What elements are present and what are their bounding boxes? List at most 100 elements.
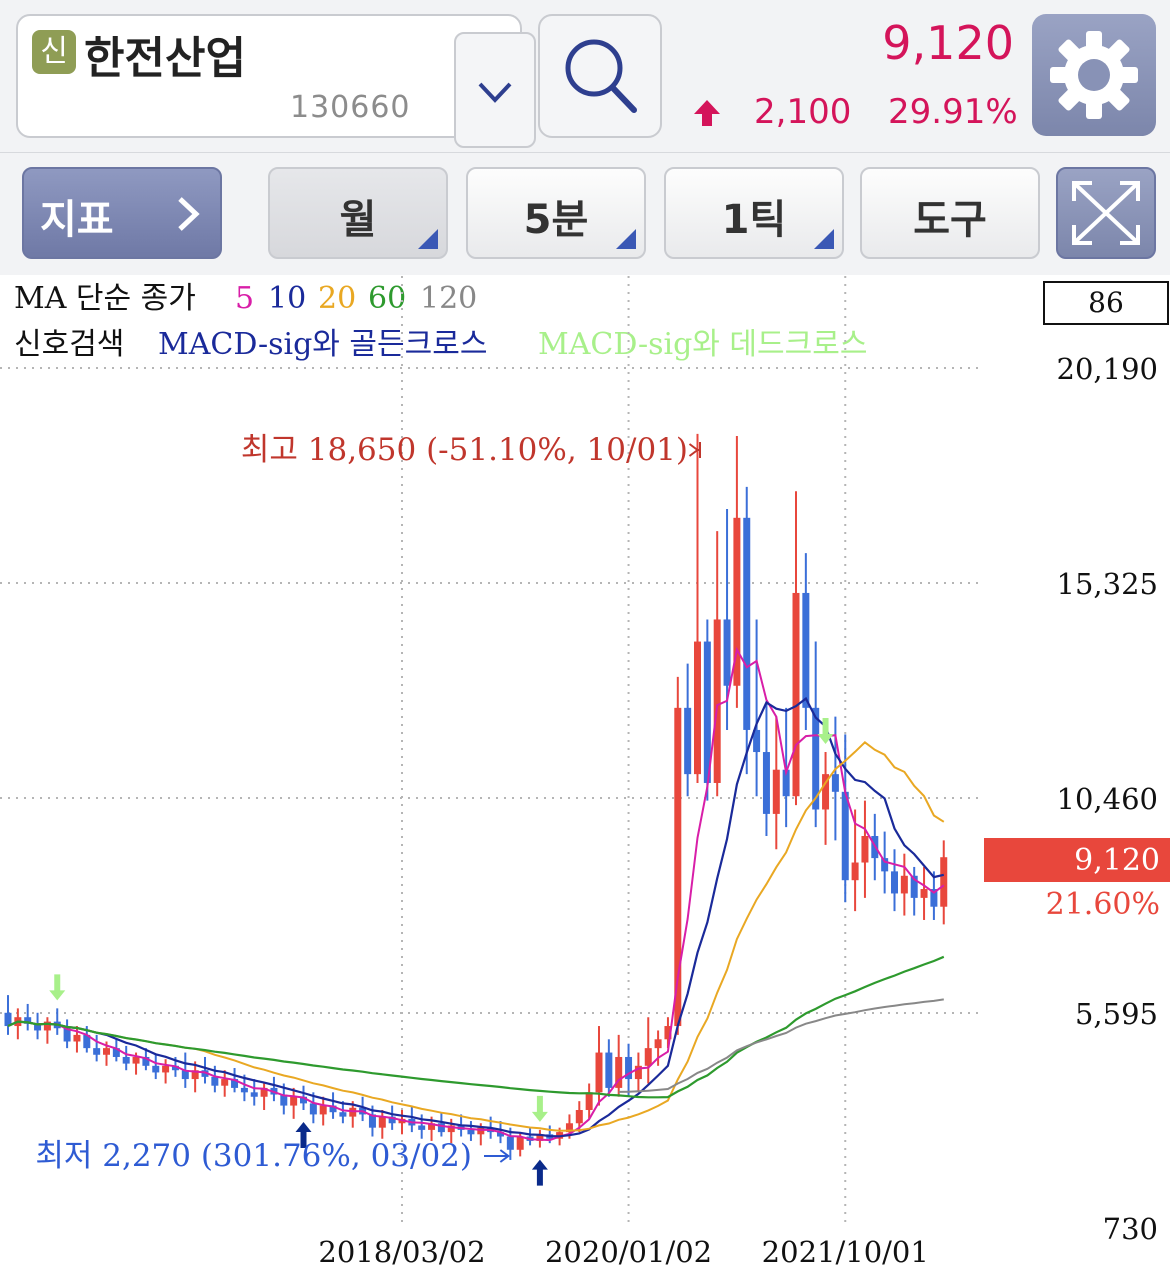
candle-body [920,889,928,898]
ma-line-5 [7,646,945,1142]
candle-body [654,1039,662,1049]
candle-body [772,769,780,814]
high-annotation: 최고 18,650 (-51.10%, 10/01) [241,432,688,468]
candle-body [122,1056,130,1064]
period-5min-button[interactable]: 5분 [466,167,646,259]
candle-body [684,707,692,775]
chart-legend: MA 단순 종가 5 10 20 60 120 신호검색 MACD-sig와 골… [14,281,867,362]
candle-body [575,1110,583,1124]
candle-body [211,1076,219,1086]
x-axis: 2018/03/02 2020/01/02 2021/10/01 [318,1235,928,1269]
y-tick-label: 730 [1103,1212,1158,1246]
tools-button[interactable]: 도구 [860,167,1040,259]
candle-body [103,1048,110,1055]
candle-body [762,752,770,814]
expand-icon [1072,181,1140,245]
candle-body [132,1056,140,1064]
candle-body [831,774,839,792]
y-axis: 20,190 15,325 10,460 5,595 730 [1057,352,1158,1246]
period-tick-button[interactable]: 1틱 [664,167,844,259]
value-box-text: 86 [1088,286,1124,319]
current-ratio-label: 21.60% [1046,887,1160,922]
top-bar: 신 한전산업 130660 9,120 2,100 29.91% [0,0,1170,153]
price-chart[interactable]: MA 단순 종가 5 10 20 60 120 신호검색 MACD-sig와 골… [0,276,1170,1278]
ma-line-10 [7,696,945,1138]
ma-legend-5: 5 [235,281,254,316]
candle-body [723,619,731,686]
y-tick-label: 15,325 [1057,567,1158,601]
ma-legend-20: 20 [318,281,356,316]
dropdown-corner-icon [616,229,636,249]
y-tick-label: 20,190 [1057,352,1158,386]
search-button[interactable] [538,14,662,138]
x-tick-label: 2021/10/01 [762,1235,929,1269]
price-change: 2,100 29.91% [690,92,1020,138]
candle-body [467,1129,475,1135]
dead-cross-arrow [49,974,66,1001]
moving-average-lines [7,646,945,1142]
candle-body [694,641,701,775]
current-price-label: 9,120 [1074,843,1160,878]
dead-cross-arrow [531,1095,548,1122]
dropdown-corner-icon [418,229,438,249]
stock-code: 130660 [290,90,411,125]
candle-body [802,592,810,708]
gear-icon [1050,31,1138,119]
candle-body [378,1116,386,1128]
candle-body [743,517,751,730]
candle-body [585,1092,593,1111]
candle-body [73,1034,81,1042]
candle-body [309,1103,317,1115]
toolbar: 지표 월 5분 1틱 도구 [0,153,1170,275]
settings-button[interactable] [1032,14,1156,136]
y-tick-label: 5,595 [1075,997,1158,1031]
current-price: 9,120 [882,16,1014,70]
candle-body [940,857,948,907]
candle-body [713,619,721,783]
candle-body [516,1136,524,1150]
candle-body [605,1052,613,1088]
candle-body [221,1079,229,1086]
candle-body [861,836,869,863]
tools-label: 도구 [913,197,987,243]
ma-legend-60: 60 [368,281,406,316]
ma-line-60 [7,955,945,1099]
candle-body [418,1125,426,1130]
change-percent: 29.91% [888,92,1018,132]
stock-name: 한전산업 [84,33,246,84]
indicator-button[interactable]: 지표 [22,167,222,259]
change-value: 2,100 [754,92,852,132]
candle-body [851,862,859,881]
candle-body [250,1092,258,1097]
golden-cross-arrow [531,1159,548,1186]
ma-legend-10: 10 [268,281,306,316]
x-tick-label: 2018/03/02 [318,1235,485,1269]
candle-body [506,1136,514,1150]
candle-body [319,1105,327,1115]
signal-legend-label: 신호검색 [14,327,124,362]
signal-legend-dead: MACD-sig와 데드크로스 [538,327,867,362]
candle-body [900,875,908,894]
candle-body [339,1112,347,1117]
chevron-down-icon [478,82,512,103]
candle-body [595,1052,603,1093]
ma-legend-120: 120 [420,281,477,316]
candle-body [240,1087,248,1093]
market-badge: 신 [32,30,76,74]
x-tick-label: 2020/01/02 [545,1235,712,1269]
stock-selector[interactable]: 신 한전산업 130660 [16,14,536,148]
stock-dropdown-button[interactable] [454,32,536,148]
low-annotation: 최저 2,270 (301.76%, 03/02) [35,1138,472,1174]
candle-body [152,1065,160,1073]
fullscreen-button[interactable] [1056,167,1156,259]
candle-body [290,1096,298,1106]
candle-body [792,592,800,797]
ma-line-20 [7,740,945,1132]
chevron-right-icon [178,197,200,231]
high-arrow-head [688,443,700,457]
candle-body [891,871,898,894]
candle-body [93,1048,101,1055]
period-month-button[interactable]: 월 [268,167,448,259]
search-icon [565,39,637,113]
current-price-marker: 9,120 21.60% [984,838,1170,922]
